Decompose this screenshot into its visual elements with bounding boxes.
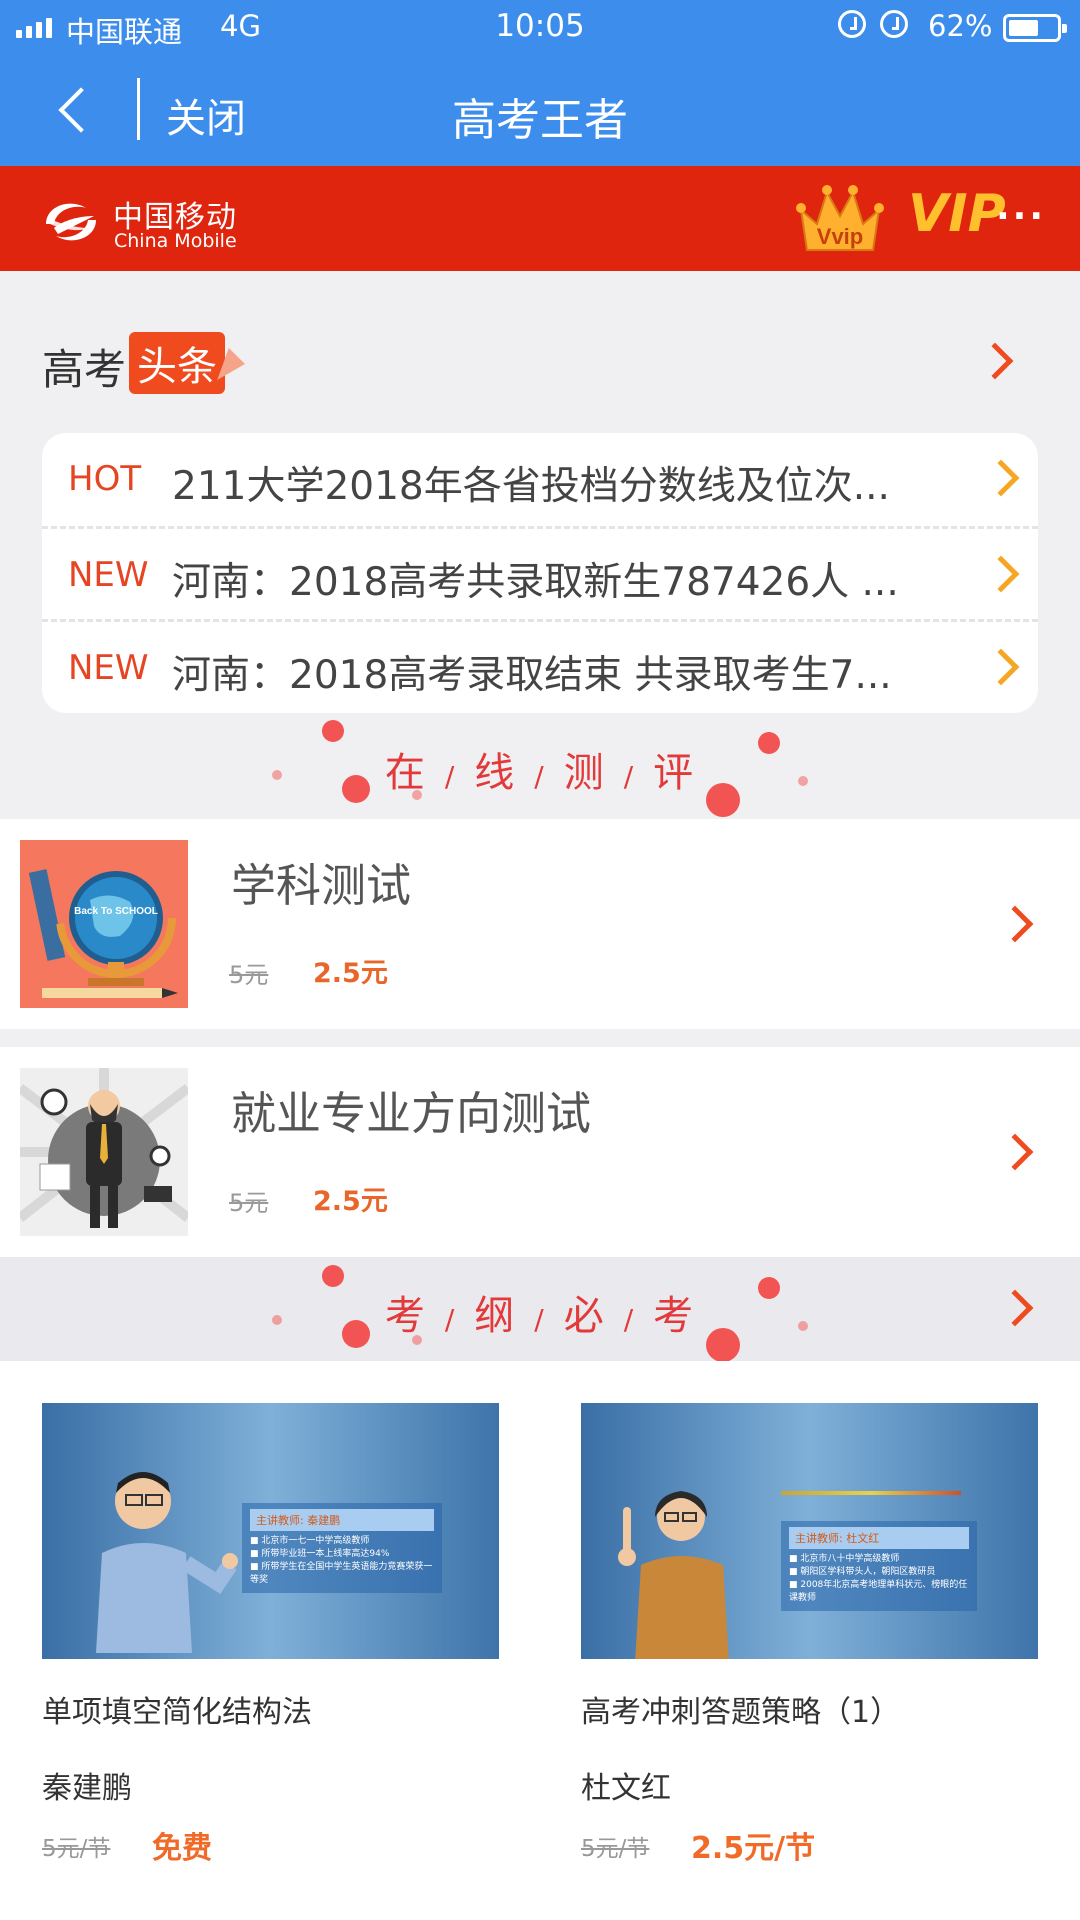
discount-price: 免费 [152, 1831, 212, 1866]
original-price: 5元 [229, 1189, 269, 1217]
headlines-more-chevron-icon[interactable] [976, 342, 1014, 380]
course-title: 高考冲刺答题策略（1） [581, 1695, 901, 1730]
panel-line: ■ 北京市一七一中学高级教师 [250, 1536, 370, 1546]
test-name: 就业专业方向测试 [231, 1087, 592, 1140]
page-title: 高考王者 [452, 95, 628, 146]
course-title: 单项填空简化结构法 [42, 1695, 312, 1730]
test-name: 学科测试 [231, 859, 412, 912]
test-card-subject[interactable]: Back To SCHOOL 学科测试 5元 2.5元 [0, 819, 1080, 1029]
decor-line [781, 1491, 961, 1495]
alarm-icon [880, 10, 908, 38]
course-teacher: 秦建鹏 [42, 1771, 132, 1806]
original-price: 5元/节 [42, 1836, 111, 1862]
decor-dot [322, 720, 344, 742]
test-card-career[interactable]: 就业专业方向测试 5元 2.5元 [0, 1047, 1080, 1257]
teacher-info-panel: 主讲教师: 秦建鹏 ■ 北京市一七一中学高级教师 ■ 所带毕业班一本上线率高达9… [242, 1503, 442, 1593]
subject-test-thumbnail: Back To SCHOOL [20, 840, 188, 1008]
headlines-badge: 头条 [129, 332, 225, 394]
course-prices: 5元/节 免费 [42, 1823, 499, 1866]
vip-badge[interactable]: VIP [908, 184, 1006, 244]
exam-outline-title: 考 / 纲 / 必 / 考 [384, 1293, 696, 1339]
news-list: HOT 211大学2018年各省投档分数线及位次... NEW 河南：2018高… [42, 433, 1038, 713]
news-tag: HOT [68, 459, 142, 499]
course-prices: 5元/节 2.5元/节 [581, 1823, 1038, 1866]
teacher-photo-icon [96, 1472, 238, 1653]
course-teacher: 杜文红 [581, 1771, 671, 1806]
status-icons [838, 10, 908, 38]
course-grid: 主讲教师: 秦建鹏 ■ 北京市一七一中学高级教师 ■ 所带毕业班一本上线率高达9… [0, 1361, 1080, 1920]
course-video-thumbnail[interactable]: 主讲教师: 秦建鹏 ■ 北京市一七一中学高级教师 ■ 所带毕业班一本上线率高达9… [42, 1403, 499, 1659]
chevron-right-icon [982, 459, 1020, 497]
china-mobile-logo-icon [46, 203, 96, 241]
more-menu-icon[interactable]: ··· [996, 196, 1046, 237]
news-title: 河南：2018高考共录取新生787426人 ... [172, 560, 899, 605]
news-item[interactable]: NEW 河南：2018高考录取结束 共录取考生7... [42, 619, 1038, 712]
course-card[interactable]: 主讲教师: 杜文红 ■ 北京市八十中学高级教师 ■ 朝阳区学科带头人，朝阳区教研… [581, 1403, 1038, 1866]
course-video-thumbnail[interactable]: 主讲教师: 杜文红 ■ 北京市八十中学高级教师 ■ 朝阳区学科带头人，朝阳区教研… [581, 1403, 1038, 1659]
headlines-title: 高考 [42, 345, 127, 394]
chevron-right-icon [996, 905, 1034, 943]
news-tag: NEW [68, 648, 149, 688]
panel-line: ■ 朝阳区学科带头人，朝阳区教研员 [789, 1567, 936, 1577]
teacher-info-panel: 主讲教师: 杜文红 ■ 北京市八十中学高级教师 ■ 朝阳区学科带头人，朝阳区教研… [781, 1521, 977, 1611]
news-item[interactable]: NEW 河南：2018高考共录取新生787426人 ... [42, 526, 1038, 619]
online-test-title: 在 / 线 / 测 / 评 [384, 750, 696, 796]
battery-fill [1009, 20, 1038, 36]
news-item[interactable]: HOT 211大学2018年各省投档分数线及位次... [42, 433, 1038, 526]
clock: 10:05 [495, 8, 585, 44]
discount-price: 2.5元 [313, 958, 388, 989]
top-bar: 中国联通 4G 10:05 62% 关闭 高考王者 [0, 0, 1080, 166]
news-tag: NEW [68, 555, 149, 595]
vvip-label: Vvip [817, 224, 863, 249]
original-price: 5元 [229, 961, 269, 989]
panel-heading: 主讲教师: 秦建鹏 [250, 1509, 434, 1531]
panel-line: ■ 2008年北京高考地理单科状元、榜眼的任课教师 [789, 1580, 968, 1603]
brand-name-en: China Mobile [114, 230, 237, 252]
exam-outline-header[interactable]: 考 / 纲 / 必 / 考 [0, 1257, 1080, 1362]
discount-price: 2.5元/节 [691, 1831, 816, 1866]
chevron-right-icon [982, 648, 1020, 686]
chevron-right-icon [982, 555, 1020, 593]
teacher-photo-icon [618, 1491, 729, 1659]
businessman-illustration-icon [20, 1068, 188, 1228]
globe-icon: Back To SCHOOL [28, 858, 178, 998]
rotation-lock-icon [838, 10, 866, 38]
vvip-crown-icon[interactable]: Vvip [795, 176, 885, 260]
battery-percent: 62% [928, 9, 993, 43]
news-title: 河南：2018高考录取结束 共录取考生7... [172, 653, 892, 698]
chevron-right-icon [996, 1133, 1034, 1171]
panel-line: ■ 所带毕业班一本上线率高达94% [250, 1549, 390, 1559]
battery-icon [1003, 14, 1067, 42]
status-bar: 中国联通 4G 10:05 62% [0, 0, 1080, 56]
brand-banner: 中国移动 China Mobile Vvip VIP ··· [0, 166, 1080, 271]
panel-heading: 主讲教师: 杜文红 [789, 1527, 969, 1549]
career-test-thumbnail [20, 1068, 188, 1236]
news-title: 211大学2018年各省投档分数线及位次... [172, 464, 890, 509]
panel-line: ■ 北京市八十中学高级教师 [789, 1554, 900, 1564]
panel-line: ■ 所带学生在全国中学生英语能力竞赛荣获一等奖 [250, 1562, 433, 1585]
thumb-caption: Back To SCHOOL [74, 906, 158, 917]
discount-price: 2.5元 [313, 1186, 388, 1217]
original-price: 5元/节 [581, 1836, 650, 1862]
course-card[interactable]: 主讲教师: 秦建鹏 ■ 北京市一七一中学高级教师 ■ 所带毕业班一本上线率高达9… [42, 1403, 499, 1866]
